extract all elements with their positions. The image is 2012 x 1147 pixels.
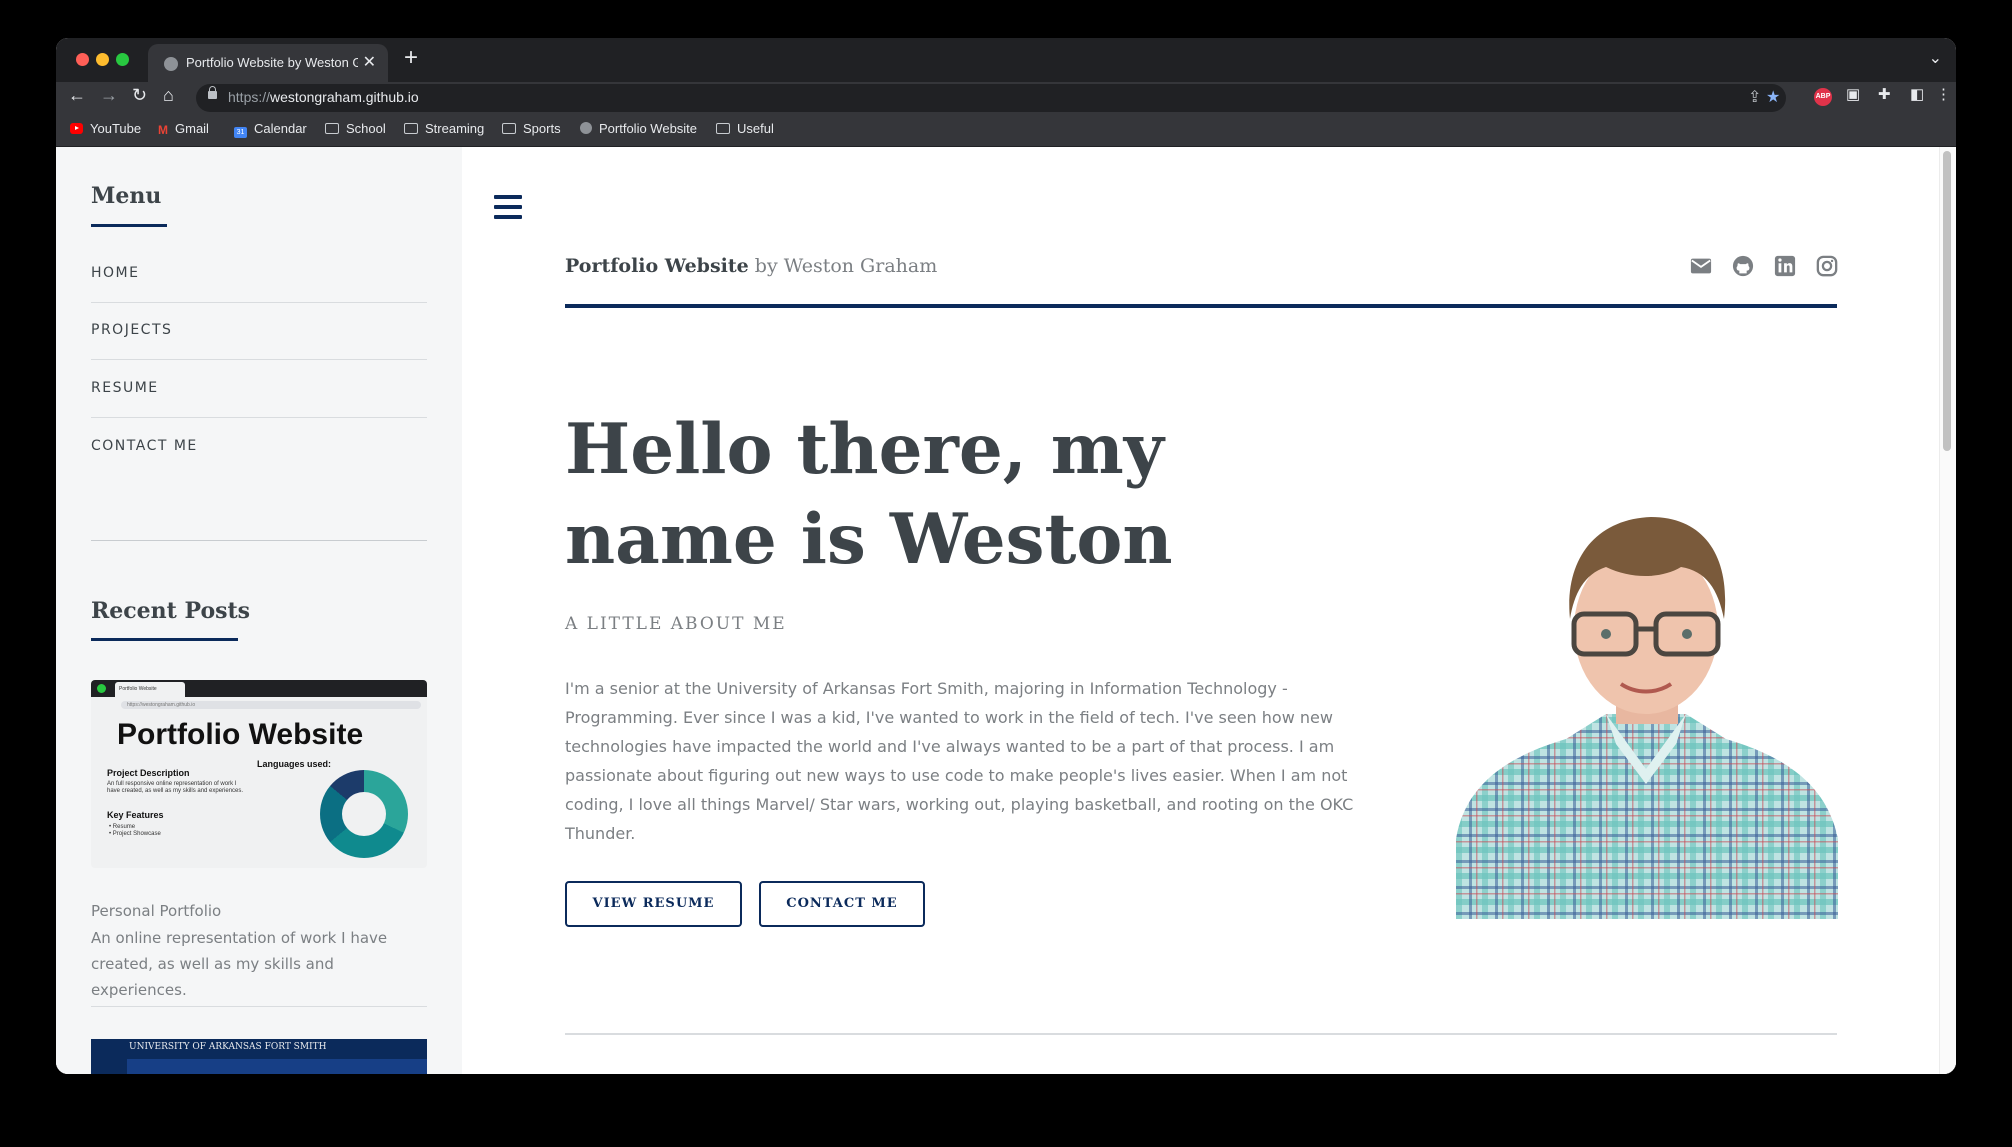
thumbnail-languages-heading: Languages used:	[257, 759, 332, 769]
thumbnail-donut-chart	[320, 770, 408, 858]
back-button[interactable]: ←	[68, 85, 86, 106]
sidebar-item-contact-me[interactable]: CONTACT ME	[91, 418, 427, 475]
url-text: https://westongraham.github.io	[228, 89, 419, 105]
bookmark-star-icon[interactable]: ★	[1766, 87, 1780, 107]
linkedin-icon[interactable]	[1774, 255, 1796, 277]
next-post-thumbnail-text: UNIVERSITY OF ARKANSAS FORT SMITH	[129, 1042, 327, 1052]
recent-posts-underline	[91, 638, 238, 641]
bookmark-youtube[interactable]: YouTube	[70, 121, 141, 136]
thumbnail-feature-item: • Project Showcase	[109, 831, 161, 837]
thumbnail-tab: Portfolio Website	[115, 682, 185, 697]
sidebar-item-home[interactable]: HOME	[91, 245, 427, 303]
home-button[interactable]: ⌂	[163, 85, 174, 106]
bookmarks-bar: YouTube M Gmail 31 Calendar School Streami…	[56, 114, 1956, 147]
bookmark-school[interactable]: School	[325, 121, 386, 136]
bookmark-portfolio-website[interactable]: Portfolio Website	[580, 121, 697, 136]
folder-icon	[404, 123, 418, 134]
menu-title-underline	[91, 224, 167, 227]
page-content: Menu HOME PROJECTS RESUME CONTACT ME Rec…	[56, 147, 1956, 1074]
next-post-thumbnail[interactable]: UNIVERSITY OF ARKANSAS FORT SMITH	[91, 1039, 427, 1074]
bookmark-streaming[interactable]: Streaming	[404, 121, 484, 136]
thumbnail-title: Portfolio Website	[117, 718, 364, 751]
lock-icon	[208, 86, 217, 99]
sidebar-menu-title: Menu	[91, 183, 162, 209]
about-text: I'm a senior at the University of Arkans…	[565, 679, 1354, 843]
hamburger-menu-icon[interactable]	[494, 193, 522, 221]
bookmark-useful[interactable]: Useful	[716, 121, 774, 136]
next-post-thumbnail-banner	[127, 1059, 427, 1074]
globe-icon	[580, 122, 592, 134]
post-divider	[91, 1006, 427, 1007]
minimize-window-button[interactable]	[96, 53, 109, 66]
instagram-icon[interactable]	[1816, 255, 1838, 277]
scrollbar-thumb[interactable]	[1943, 151, 1951, 451]
browser-window: Portfolio Website by Weston Graham ✕ + ⌄…	[56, 38, 1956, 1074]
view-resume-button[interactable]: VIEW RESUME	[565, 881, 742, 927]
tab-search-icon[interactable]: ⌄	[1929, 48, 1942, 68]
sidebar: Menu HOME PROJECTS RESUME CONTACT ME Rec…	[56, 147, 462, 1074]
tab-title: Portfolio Website by Weston Graham	[186, 55, 358, 70]
calendar-icon: 31	[234, 127, 247, 138]
folder-icon	[716, 123, 730, 134]
site-header-title[interactable]: Portfolio Website by Weston Graham	[565, 255, 937, 277]
picture-in-picture-extension-icon[interactable]: ▣	[1846, 85, 1860, 103]
close-tab-icon[interactable]: ✕	[363, 52, 376, 72]
bookmark-gmail[interactable]: M Gmail	[158, 121, 209, 137]
globe-icon	[164, 57, 178, 71]
thumbnail-feature-item: • Resume	[109, 824, 136, 830]
page-scrollbar[interactable]	[1939, 147, 1956, 1074]
gmail-icon: M	[158, 123, 168, 137]
extensions-puzzle-icon[interactable]: ✚	[1878, 85, 1891, 103]
thumbnail-browser-bar: Portfolio Website	[91, 680, 427, 697]
side-panel-icon[interactable]: ◧	[1910, 85, 1924, 103]
browser-toolbar: ← → ↻ ⌂ https://westongraham.github.io ⇪…	[56, 82, 1956, 114]
forward-button[interactable]: →	[100, 85, 118, 106]
post-thumbnail[interactable]: Portfolio Website https://westongraham.g…	[91, 680, 427, 868]
post-description: An online representation of work I have …	[91, 929, 388, 999]
reload-button[interactable]: ↻	[132, 85, 147, 106]
profile-photo	[1456, 517, 1838, 919]
folder-icon	[502, 123, 516, 134]
sidebar-item-label: RESUME	[91, 380, 159, 396]
email-icon[interactable]	[1690, 255, 1712, 277]
bookmark-sports[interactable]: Sports	[502, 121, 561, 136]
tab-strip: Portfolio Website by Weston Graham ✕ + ⌄	[56, 38, 1956, 82]
sidebar-item-projects[interactable]: PROJECTS	[91, 302, 427, 360]
site-name: Portfolio Website	[565, 255, 749, 277]
section-divider	[565, 1033, 1837, 1035]
thumbnail-project-description-text: An full responsive online representation…	[107, 781, 244, 794]
adblock-extension-icon[interactable]: ABP	[1814, 88, 1832, 106]
sidebar-divider	[91, 540, 427, 541]
sidebar-item-label: PROJECTS	[91, 322, 173, 338]
hero-heading: Hello there, my name is Weston	[565, 409, 1173, 580]
site-byline: by Weston Graham	[754, 255, 938, 277]
header-rule	[565, 304, 1837, 308]
bookmark-calendar[interactable]: 31 Calendar	[234, 121, 307, 138]
thumbnail-dot	[97, 684, 106, 693]
recent-posts-title: Recent Posts	[91, 598, 251, 624]
post-title[interactable]: Personal Portfolio	[91, 902, 221, 920]
sidebar-item-label: HOME	[91, 265, 140, 281]
thumbnail-key-features-heading: Key Features	[107, 810, 164, 820]
new-tab-button[interactable]: +	[404, 44, 418, 72]
thumbnail-project-description-heading: Project Description	[107, 768, 190, 778]
about-label: A LITTLE ABOUT ME	[565, 614, 787, 634]
sidebar-item-resume[interactable]: RESUME	[91, 360, 427, 418]
address-bar[interactable]: https://westongraham.github.io ⇪ ★	[196, 84, 1786, 112]
browser-tab[interactable]: Portfolio Website by Weston Graham ✕	[148, 44, 388, 82]
github-icon[interactable]	[1732, 255, 1754, 277]
more-menu-icon[interactable]: ⋮	[1936, 85, 1951, 103]
sidebar-item-label: CONTACT ME	[91, 438, 198, 454]
maximize-window-button[interactable]	[116, 53, 129, 66]
close-window-button[interactable]	[76, 53, 89, 66]
contact-me-button[interactable]: CONTACT ME	[759, 881, 925, 927]
folder-icon	[325, 123, 339, 134]
share-icon[interactable]: ⇪	[1748, 87, 1761, 107]
youtube-icon	[70, 123, 83, 134]
thumbnail-address-bar: https://westongraham.github.io	[121, 701, 421, 709]
